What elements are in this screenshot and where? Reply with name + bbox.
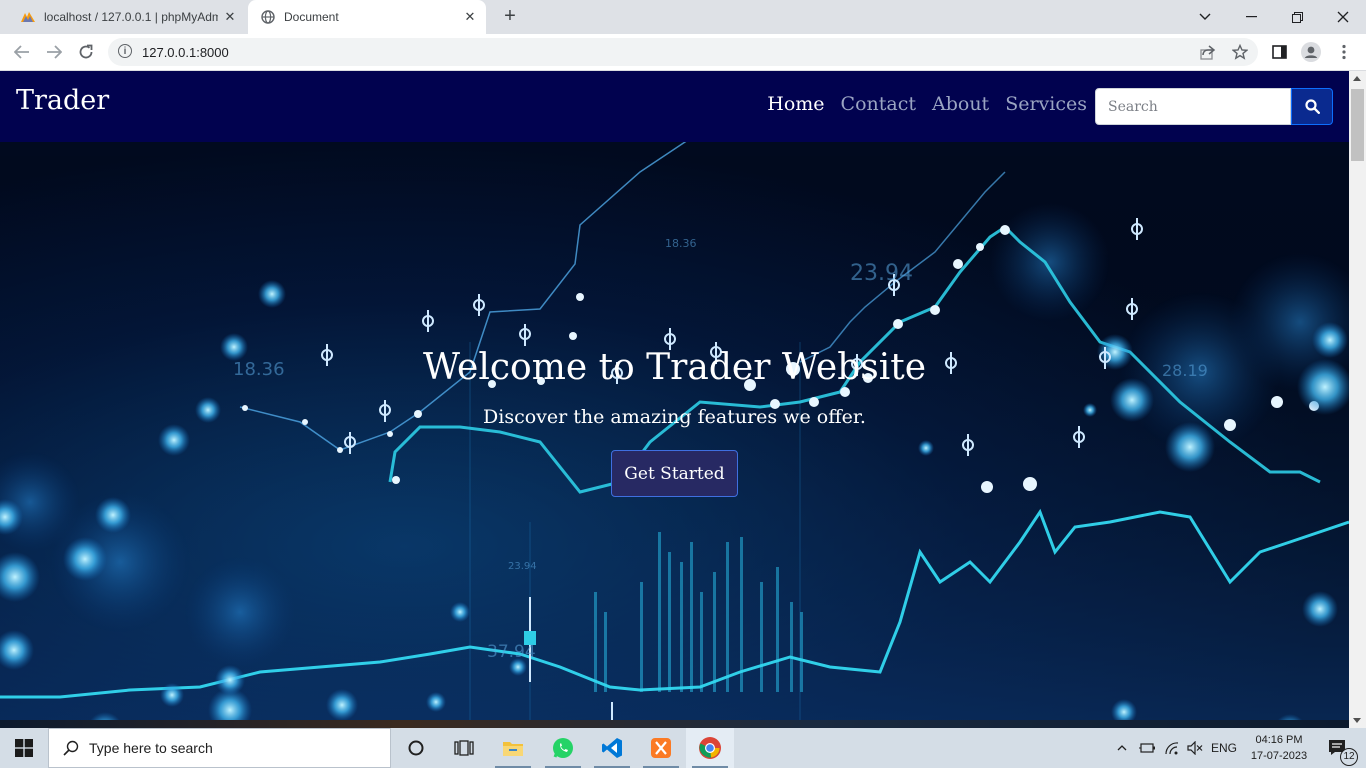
nav-link-contact[interactable]: Contact	[841, 93, 916, 115]
search-icon	[1304, 99, 1320, 114]
cortana-icon[interactable]	[392, 728, 440, 768]
whatsapp-icon[interactable]	[539, 728, 587, 768]
hero-title: Welcome to Trader Website	[422, 347, 927, 388]
hero-subtitle: Discover the amazing features we offer.	[483, 406, 866, 428]
tab-search-chevron-icon[interactable]	[1182, 0, 1228, 34]
task-view-icon[interactable]	[440, 728, 488, 768]
page-scrollbar[interactable]	[1349, 71, 1366, 728]
clock-time: 04:16 PM	[1255, 734, 1303, 746]
address-bar[interactable]: i 127.0.0.1:8000	[108, 38, 1258, 66]
phpmyadmin-icon	[20, 9, 36, 25]
url-text: 127.0.0.1:8000	[142, 45, 229, 60]
notification-center-icon[interactable]: 12	[1318, 728, 1358, 768]
page-viewport: Trader Home Contact About Services Searc…	[0, 71, 1349, 720]
scroll-down-arrow-icon[interactable]	[1353, 718, 1361, 723]
search-input[interactable]	[1095, 88, 1291, 125]
search-button[interactable]	[1291, 88, 1333, 125]
close-window-button[interactable]	[1320, 0, 1366, 34]
taskbar-search-placeholder: Type here to search	[89, 740, 213, 756]
svg-text:23.94: 23.94	[508, 561, 537, 572]
close-tab-icon[interactable]: ✕	[218, 9, 242, 25]
scroll-up-arrow-icon[interactable]	[1353, 76, 1361, 81]
vscode-icon[interactable]	[588, 728, 636, 768]
notification-count-badge: 12	[1340, 748, 1358, 766]
tab-phpmyadmin[interactable]: localhost / 127.0.0.1 | phpMyAdmin ✕	[8, 0, 246, 34]
language-indicator[interactable]: ENG	[1208, 728, 1240, 768]
scrollbar-thumb[interactable]	[1351, 89, 1364, 161]
xampp-icon[interactable]	[637, 728, 685, 768]
battery-plugged-icon[interactable]	[1136, 728, 1158, 768]
site-navbar: Trader Home Contact About Services	[0, 71, 1349, 142]
back-button[interactable]	[10, 40, 34, 64]
site-info-icon[interactable]: i	[118, 44, 132, 58]
chrome-icon[interactable]	[686, 728, 734, 768]
volume-muted-icon[interactable]	[1184, 728, 1206, 768]
windows-start-icon[interactable]	[0, 728, 48, 768]
forward-button[interactable]	[42, 40, 66, 64]
hero-background-image: 18.36 23.94 28.19 37.94 18.36 23.94	[0, 142, 1349, 720]
bookmark-star-icon[interactable]	[1230, 42, 1250, 62]
profile-avatar-icon[interactable]	[1301, 42, 1321, 62]
site-brand[interactable]: Trader	[16, 85, 109, 116]
browser-tab-strip: localhost / 127.0.0.1 | phpMyAdmin ✕ Doc…	[0, 0, 1366, 34]
menu-kebab-icon[interactable]	[1334, 42, 1354, 62]
page-bottom-strip	[0, 720, 1349, 728]
clock-date: 17-07-2023	[1250, 750, 1308, 762]
svg-text:37.94: 37.94	[487, 642, 536, 662]
windows-taskbar: Type here to search ENG 04:16 PM 17-07-2…	[0, 728, 1366, 768]
nav-link-services[interactable]: Services	[1005, 93, 1087, 115]
nav-link-about[interactable]: About	[932, 93, 989, 115]
restore-button[interactable]	[1274, 0, 1320, 34]
chevron-up-icon[interactable]	[1112, 728, 1132, 768]
side-panel-icon[interactable]	[1269, 42, 1289, 62]
nav-links: Home Contact About Services	[767, 93, 1087, 115]
close-tab-icon[interactable]: ✕	[458, 9, 482, 25]
taskbar-search-box[interactable]: Type here to search	[48, 728, 391, 768]
system-clock[interactable]: 04:16 PM 17-07-2023	[1246, 732, 1312, 764]
file-explorer-icon[interactable]	[489, 728, 537, 768]
nav-link-home[interactable]: Home	[767, 93, 824, 115]
reload-button[interactable]	[74, 40, 98, 64]
tab-document[interactable]: Document ✕	[248, 0, 486, 34]
globe-icon	[260, 9, 276, 25]
svg-text:18.36: 18.36	[665, 237, 697, 250]
hero-section: 18.36 23.94 28.19 37.94 18.36 23.94 Welc…	[0, 142, 1349, 720]
share-icon[interactable]	[1198, 42, 1218, 62]
minimize-button[interactable]	[1228, 0, 1274, 34]
get-started-button[interactable]: Get Started	[611, 450, 738, 497]
new-tab-button[interactable]: +	[498, 5, 522, 29]
browser-toolbar: i 127.0.0.1:8000	[0, 34, 1366, 71]
search-icon	[63, 740, 79, 756]
svg-text:23.94: 23.94	[850, 261, 913, 286]
tab-title: localhost / 127.0.0.1 | phpMyAdmin	[44, 10, 218, 24]
wifi-icon[interactable]	[1161, 728, 1183, 768]
tab-title: Document	[284, 10, 339, 24]
